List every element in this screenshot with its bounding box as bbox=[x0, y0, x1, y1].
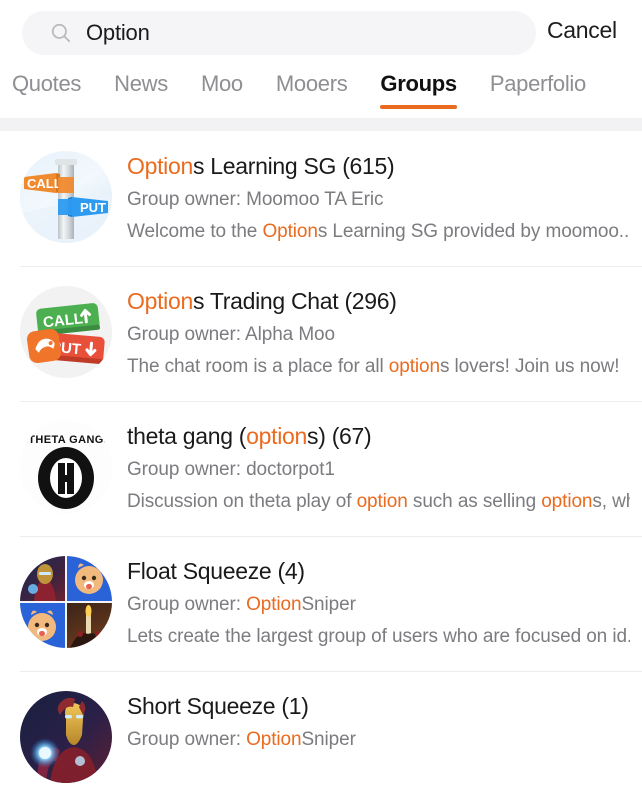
highlighted-term: Option bbox=[246, 729, 302, 750]
tab-paperfolio-label: Paperfolio bbox=[489, 71, 586, 96]
group-results-list: CALL PUT Options Learning SG (615) Group… bbox=[0, 131, 642, 806]
text-run: s Learning SG provided by moomoo... bbox=[317, 221, 630, 242]
text-run: Float Squeeze (4) bbox=[127, 558, 305, 584]
tab-groups-label: Groups bbox=[380, 71, 457, 96]
highlighted-term: option bbox=[356, 491, 408, 512]
theta-gang-icon: $THETA GANG$ bbox=[20, 421, 112, 513]
highlighted-term: Option bbox=[127, 288, 193, 314]
tab-mooers[interactable]: Mooers bbox=[276, 66, 348, 97]
text-run: Group owner: Moomoo TA Eric bbox=[127, 189, 384, 210]
group-info: Short Squeeze (1) Group owner: OptionSni… bbox=[127, 689, 630, 757]
list-item[interactable]: Short Squeeze (1) Group owner: OptionSni… bbox=[0, 671, 642, 806]
tab-quotes-label: Quotes bbox=[12, 71, 82, 96]
tab-news[interactable]: News bbox=[114, 66, 168, 97]
list-item[interactable]: $THETA GANG$ theta gang (options) (67) G… bbox=[0, 401, 642, 536]
quad-members-icon bbox=[20, 556, 112, 648]
text-run: Discussion on theta play of bbox=[127, 491, 357, 512]
group-title: Options Learning SG (615) bbox=[127, 151, 630, 181]
text-run: Welcome to the bbox=[127, 221, 263, 242]
text-run: Group owner: Alpha Moo bbox=[127, 324, 335, 345]
tab-paperfolio[interactable]: Paperfolio bbox=[490, 66, 586, 97]
highlighted-term: option bbox=[541, 491, 593, 512]
group-title: Options Trading Chat (296) bbox=[127, 286, 630, 316]
text-run: Lets create the largest group of users w… bbox=[127, 626, 630, 647]
text-run: s) (67) bbox=[307, 423, 372, 449]
text-run: Sniper bbox=[301, 594, 356, 615]
svg-text:$THETA GANG$: $THETA GANG$ bbox=[22, 434, 111, 446]
text-run: Group owner: doctorpot1 bbox=[127, 459, 335, 480]
group-owner: Group owner: OptionSniper bbox=[127, 590, 630, 620]
search-input[interactable]: Option bbox=[22, 11, 536, 55]
group-info: Options Learning SG (615) Group owner: M… bbox=[127, 149, 630, 247]
tab-news-label: News bbox=[114, 71, 168, 96]
text-run: s Learning SG (615) bbox=[192, 153, 395, 179]
group-title: Short Squeeze (1) bbox=[127, 691, 630, 721]
list-item[interactable]: CALL PUT Options Trading Chat (296) Grou… bbox=[0, 266, 642, 401]
text-run: The chat room is a place for all bbox=[127, 356, 389, 377]
tab-active-underline bbox=[380, 105, 457, 109]
group-description: Lets create the largest group of users w… bbox=[127, 622, 630, 652]
svg-text:CALL: CALL bbox=[27, 176, 62, 191]
call-put-signpost-icon: CALL PUT bbox=[20, 151, 112, 243]
group-owner: Group owner: OptionSniper bbox=[127, 725, 630, 755]
section-separator bbox=[0, 118, 642, 131]
group-info: Float Squeeze (4) Group owner: OptionSni… bbox=[127, 554, 630, 652]
search-icon bbox=[50, 22, 72, 44]
group-owner: Group owner: doctorpot1 bbox=[127, 455, 630, 485]
highlighted-term: Option bbox=[246, 594, 302, 615]
tab-groups[interactable]: Groups bbox=[380, 66, 457, 109]
text-run: Short Squeeze (1) bbox=[127, 693, 309, 719]
tab-moo[interactable]: Moo bbox=[201, 66, 243, 97]
group-description: The chat room is a place for all options… bbox=[127, 352, 630, 382]
ironman-icon bbox=[20, 691, 112, 783]
group-owner: Group owner: Alpha Moo bbox=[127, 320, 630, 350]
group-description: Discussion on theta play of option such … bbox=[127, 487, 630, 517]
highlighted-term: Option bbox=[127, 153, 193, 179]
text-run: such as selling bbox=[407, 491, 542, 512]
tab-quotes[interactable]: Quotes bbox=[12, 66, 81, 97]
tab-bar: Quotes News Moo Mooers Groups Paperfolio bbox=[0, 66, 642, 118]
call-put-signs-icon: CALL PUT bbox=[20, 286, 112, 378]
group-info: Options Trading Chat (296) Group owner: … bbox=[127, 284, 630, 382]
group-title: Float Squeeze (4) bbox=[127, 556, 630, 586]
list-item[interactable]: Float Squeeze (4) Group owner: OptionSni… bbox=[0, 536, 642, 671]
group-info: theta gang (options) (67) Group owner: d… bbox=[127, 419, 630, 517]
text-run: Group owner: bbox=[127, 729, 247, 750]
text-run: Group owner: bbox=[127, 594, 247, 615]
tab-moo-label: Moo bbox=[200, 71, 243, 96]
text-run: theta gang ( bbox=[127, 423, 247, 449]
text-run: s lovers! Join us now! bbox=[439, 356, 620, 377]
svg-text:PUT: PUT bbox=[80, 200, 106, 215]
highlighted-term: Option bbox=[262, 221, 318, 242]
group-description: Welcome to the Options Learning SG provi… bbox=[127, 217, 630, 247]
cancel-button[interactable]: Cancel bbox=[547, 17, 617, 44]
highlighted-term: option bbox=[388, 356, 440, 377]
list-item[interactable]: CALL PUT Options Learning SG (615) Group… bbox=[0, 131, 642, 266]
group-title: theta gang (options) (67) bbox=[127, 421, 630, 451]
text-run: Sniper bbox=[301, 729, 356, 750]
group-owner: Group owner: Moomoo TA Eric bbox=[127, 185, 630, 215]
tab-mooers-label: Mooers bbox=[275, 71, 348, 96]
text-run: s Trading Chat (296) bbox=[192, 288, 397, 314]
highlighted-term: option bbox=[246, 423, 308, 449]
search-input-value: Option bbox=[86, 20, 150, 45]
text-run: s, wh... bbox=[592, 491, 630, 512]
search-bar: Option Cancel bbox=[0, 0, 642, 66]
